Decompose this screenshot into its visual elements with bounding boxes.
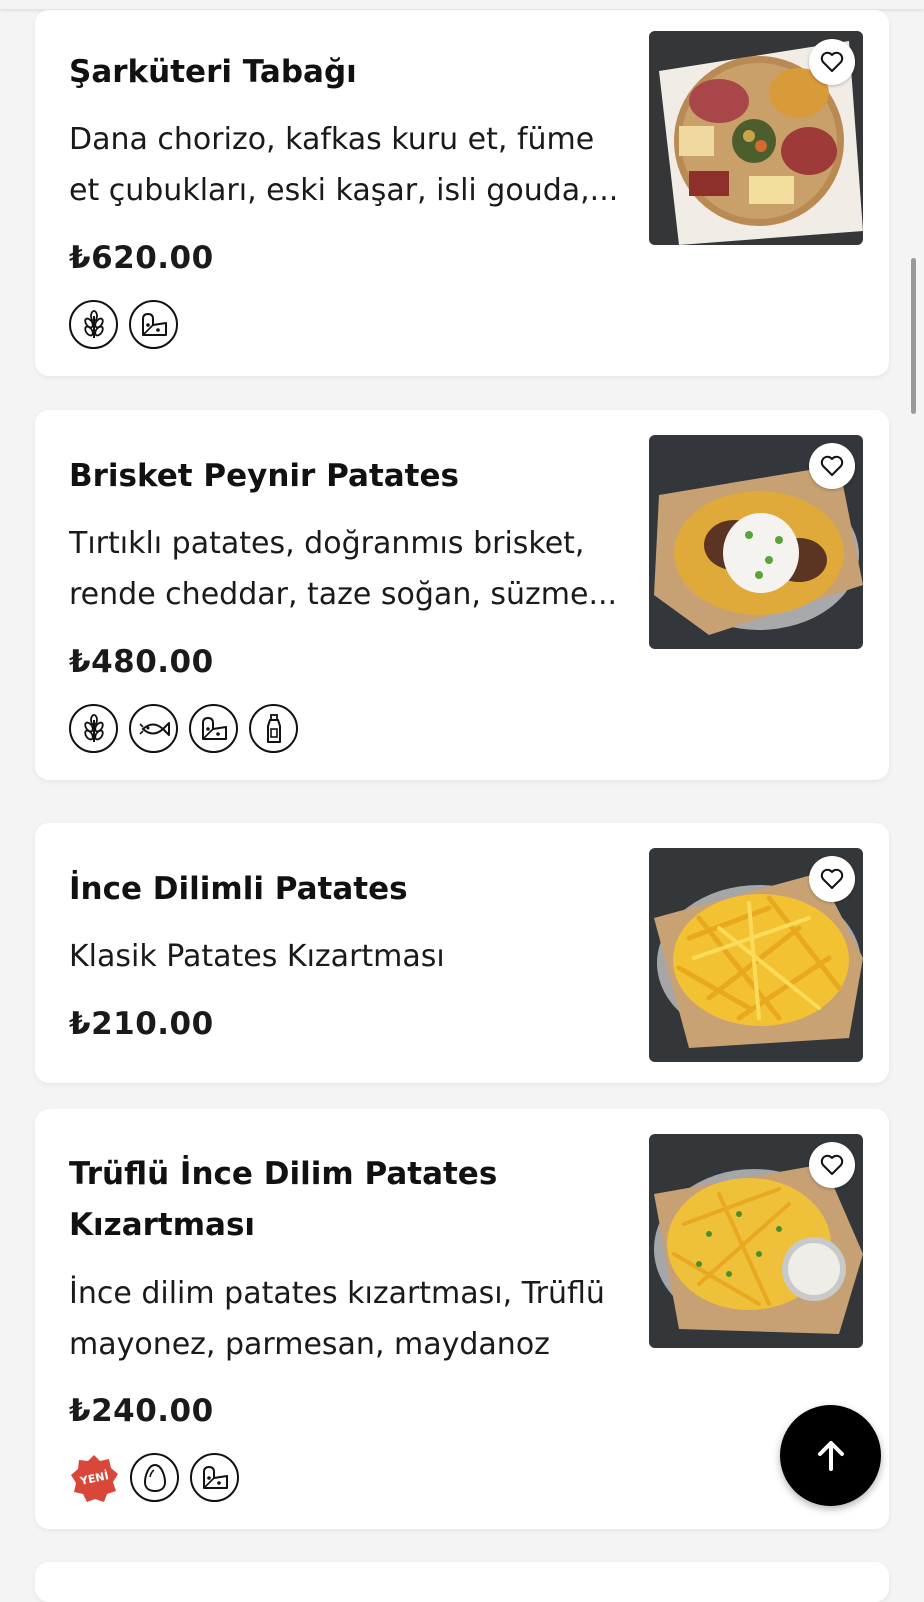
item-price: ₺620.00 bbox=[69, 240, 214, 276]
cheese-icon bbox=[129, 300, 178, 349]
item-title: Trüflü İnce Dilim Patates Kızartması bbox=[69, 1156, 498, 1243]
menu-item-card[interactable]: İnce Dilimli Patates Klasik Patates Kıza… bbox=[35, 823, 889, 1083]
charcuterie-board-photo[interactable] bbox=[649, 31, 863, 245]
favorite-button[interactable] bbox=[809, 39, 855, 85]
heart-outline-icon bbox=[820, 51, 844, 72]
menu-item-card[interactable]: Şarküteri Tabağı Dana chorizo, kafkas ku… bbox=[35, 10, 889, 376]
item-price: ₺480.00 bbox=[69, 644, 214, 680]
item-description: İnce dilim patates kızartması, Trüflü ma… bbox=[69, 1276, 605, 1362]
item-description: Tırtıklı patates, doğranmıs brisket, ren… bbox=[69, 526, 618, 612]
scrollbar-thumb[interactable] bbox=[911, 258, 916, 414]
wheat-icon bbox=[69, 300, 118, 349]
favorite-button[interactable] bbox=[809, 443, 855, 489]
allergen-icons bbox=[69, 300, 178, 349]
favorite-button[interactable] bbox=[809, 1142, 855, 1188]
scroll-to-top-button[interactable] bbox=[780, 1405, 881, 1506]
heart-outline-icon bbox=[820, 868, 844, 889]
menu-item-card[interactable]: Trüflü İnce Dilim Patates Kızartması İnc… bbox=[35, 1109, 889, 1529]
menu-item-card[interactable]: Brisket Peynir Patates Tırtıklı patates,… bbox=[35, 410, 889, 780]
item-description: Dana chorizo, kafkas kuru et, füme et çu… bbox=[69, 122, 619, 208]
item-title: İnce Dilimli Patates bbox=[69, 871, 408, 907]
egg-icon bbox=[130, 1453, 179, 1502]
allergen-icons: YENİ bbox=[69, 1453, 239, 1503]
cheese-icon bbox=[190, 1453, 239, 1502]
new-badge: YENİ bbox=[69, 1453, 119, 1503]
brisket-cheese-fries-photo[interactable] bbox=[649, 435, 863, 649]
truffle-fries-photo[interactable] bbox=[649, 1134, 863, 1348]
item-description: Klasik Patates Kızartması bbox=[69, 939, 445, 974]
item-price: ₺210.00 bbox=[69, 1006, 214, 1042]
arrow-up-icon bbox=[817, 1440, 844, 1471]
cheese-icon bbox=[189, 704, 238, 753]
item-title: Şarküteri Tabağı bbox=[69, 54, 357, 90]
allergen-icons bbox=[69, 704, 298, 753]
top-edge bbox=[0, 0, 924, 9]
favorite-button[interactable] bbox=[809, 856, 855, 902]
item-price: ₺240.00 bbox=[69, 1393, 214, 1429]
fish-icon bbox=[129, 704, 178, 753]
item-title: Brisket Peynir Patates bbox=[69, 458, 459, 494]
sauce-bottle-icon bbox=[249, 704, 298, 753]
thin-fries-photo[interactable] bbox=[649, 848, 863, 1062]
heart-outline-icon bbox=[820, 455, 844, 476]
next-card-edge bbox=[35, 1562, 889, 1602]
heart-outline-icon bbox=[820, 1154, 844, 1175]
wheat-icon bbox=[69, 704, 118, 753]
